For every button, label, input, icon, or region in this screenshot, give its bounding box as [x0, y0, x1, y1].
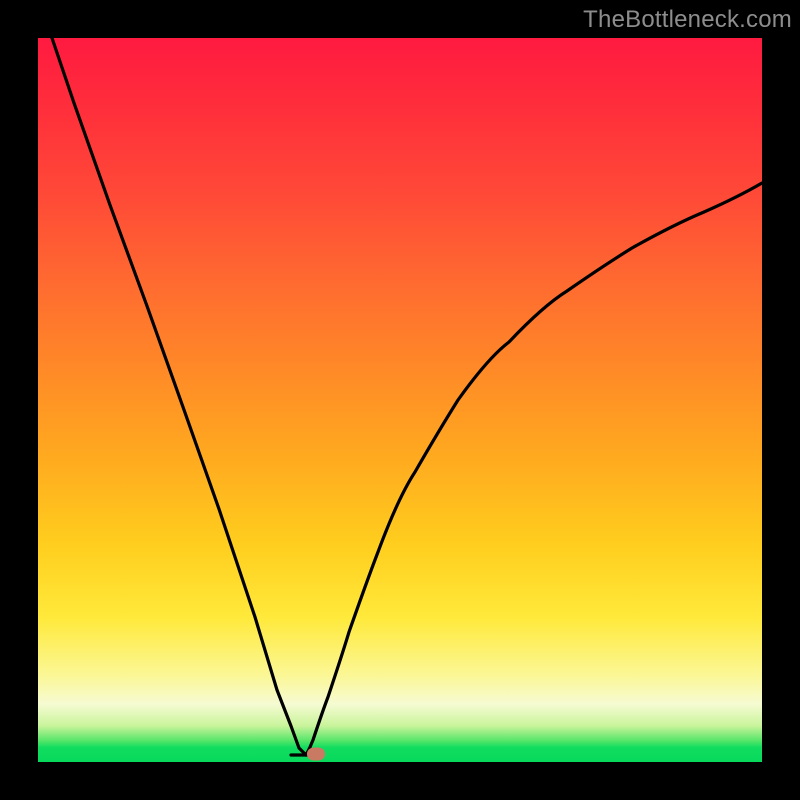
- curve-right: [306, 183, 762, 755]
- curve-svg: [38, 38, 762, 762]
- watermark-text: TheBottleneck.com: [583, 6, 792, 34]
- min-point-marker: [307, 748, 325, 761]
- plot-area: [38, 38, 762, 762]
- curve-left: [52, 38, 306, 755]
- chart-frame: TheBottleneck.com: [0, 0, 800, 800]
